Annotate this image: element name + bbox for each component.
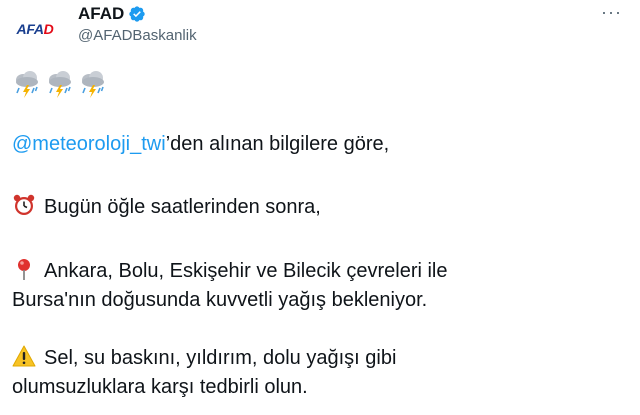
time-text: Bugün öğle saatlerinden sonra, (44, 196, 321, 218)
regions-text-2: Bursa'nın doğusunda kuvvetli yağış bekle… (12, 289, 428, 311)
tweet-header: AFAD AFAD @AFADBaskanlik ··· (0, 0, 640, 60)
name-row: AFAD (78, 4, 146, 24)
source-text: ’den alınan bilgilere göre, (165, 133, 390, 155)
warning-icon (12, 345, 36, 367)
tweet-line-warning: Sel, su baskını, yıldırım, dolu yağışı g… (12, 344, 396, 402)
user-handle[interactable]: @AFADBaskanlik (78, 27, 197, 44)
round-pushpin-icon (12, 258, 36, 280)
weather-emoji-row (12, 66, 622, 102)
verified-badge-icon (128, 5, 146, 23)
warning-text-2: olumsuzluklara karşı tedbirli olun. (12, 376, 308, 398)
regions-text-1: Ankara, Bolu, Eskişehir ve Bilecik çevre… (44, 260, 448, 282)
tweet-text: @meteoroloji_twi’den alınan bilgilere gö… (12, 66, 622, 398)
mention-link[interactable]: @meteoroloji_twi (12, 133, 166, 155)
tweet-line-regions: Ankara, Bolu, Eskişehir ve Bilecik çevre… (12, 257, 448, 315)
warning-text-1: Sel, su baskını, yıldırım, dolu yağışı g… (44, 347, 397, 369)
afad-logo: AFAD (16, 21, 54, 37)
display-name[interactable]: AFAD (78, 4, 124, 24)
storm-cloud-icon (45, 69, 75, 99)
tweet-line-time: Bugün öğle saatlerinden sonra, (12, 193, 321, 222)
storm-cloud-icon (12, 69, 42, 99)
storm-cloud-icon (78, 69, 108, 99)
avatar[interactable]: AFAD (12, 6, 58, 52)
alarm-clock-icon (12, 194, 36, 216)
more-options-button[interactable]: ··· (601, 2, 622, 23)
tweet-line-source: @meteoroloji_twi’den alınan bilgilere gö… (12, 130, 389, 159)
